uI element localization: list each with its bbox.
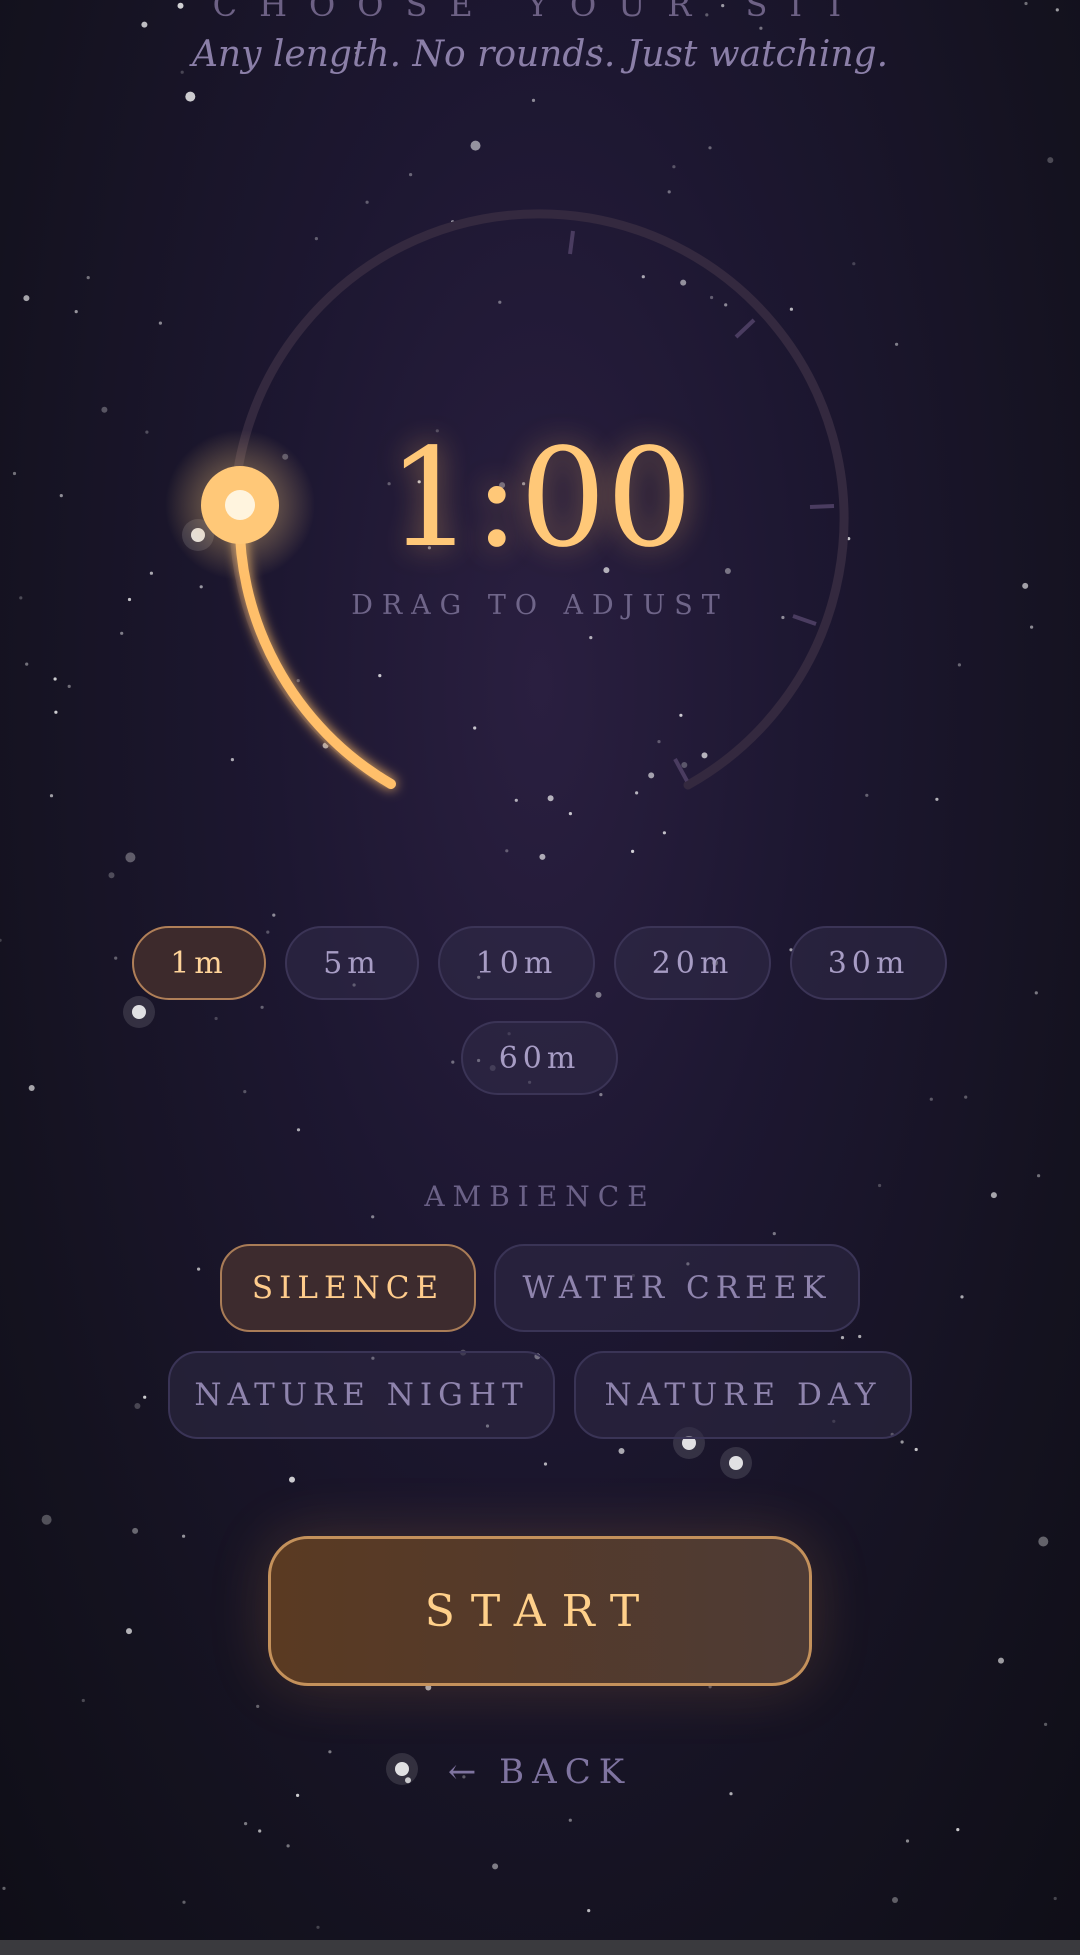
back-arrow-icon: ← — [447, 1752, 481, 1792]
star — [2, 1886, 6, 1890]
system-bottom-bar — [0, 1940, 1080, 1955]
back-label: BACK — [499, 1752, 633, 1792]
star — [543, 1462, 548, 1466]
star — [296, 1128, 301, 1132]
star — [296, 1793, 300, 1797]
star — [587, 1909, 591, 1913]
star — [905, 1839, 910, 1843]
dial-tick — [673, 758, 689, 782]
star — [266, 930, 270, 934]
star — [258, 1829, 262, 1833]
star — [1053, 1896, 1057, 1901]
timer-display: 1:00 — [387, 420, 693, 578]
star — [964, 1095, 968, 1099]
star — [289, 1476, 295, 1483]
star — [260, 1005, 264, 1009]
star — [1044, 1722, 1048, 1726]
start-button[interactable]: START — [268, 1536, 812, 1686]
star — [1038, 1536, 1049, 1547]
star — [214, 1016, 218, 1021]
ambience-water-creek-button[interactable]: WATER CREEK — [494, 1244, 860, 1332]
star — [132, 1005, 146, 1019]
star — [244, 1822, 248, 1826]
star — [256, 1704, 260, 1708]
star — [840, 1336, 845, 1340]
star — [595, 991, 602, 998]
star — [568, 1818, 572, 1822]
star — [914, 1447, 918, 1452]
star — [729, 1792, 733, 1796]
ambience-label: AMBIENCE — [424, 1180, 656, 1213]
star — [772, 1232, 776, 1236]
dial-tick — [734, 318, 756, 339]
star — [132, 1527, 139, 1534]
star — [182, 1900, 186, 1904]
star — [1034, 991, 1038, 995]
star — [900, 1440, 904, 1444]
star — [929, 1097, 933, 1101]
star — [81, 1698, 85, 1703]
star — [28, 1085, 35, 1091]
star — [892, 1897, 898, 1903]
star — [243, 1090, 247, 1094]
star — [272, 913, 276, 917]
star — [451, 1060, 455, 1064]
star — [729, 1456, 743, 1470]
star — [134, 1403, 141, 1409]
duration-chip-1m[interactable]: 1m — [132, 926, 266, 1000]
star — [126, 1628, 132, 1635]
star — [371, 1215, 375, 1219]
star — [599, 1093, 603, 1097]
star — [143, 1395, 147, 1399]
dial-tick — [568, 230, 575, 255]
drag-hint: DRAG TO ADJUST — [351, 590, 729, 621]
star — [182, 1534, 186, 1538]
ambience-nature-day-button[interactable]: NATURE DAY — [574, 1351, 912, 1439]
star — [286, 1844, 290, 1848]
duration-chip-20m[interactable]: 20m — [614, 926, 771, 1000]
star — [197, 1267, 201, 1271]
ambience-silence-button[interactable]: SILENCE — [220, 1244, 476, 1332]
duration-chip-10m[interactable]: 10m — [438, 926, 595, 1000]
star — [492, 1863, 499, 1870]
star — [956, 1828, 960, 1832]
star — [0, 938, 2, 942]
star — [960, 1295, 964, 1299]
star — [858, 1334, 862, 1339]
star — [618, 1448, 625, 1454]
star — [316, 1925, 320, 1929]
star — [1037, 1174, 1041, 1178]
duration-chip-60m[interactable]: 60m — [461, 1021, 618, 1095]
star — [41, 1514, 52, 1525]
duration-chip-30m[interactable]: 30m — [790, 926, 947, 1000]
ambience-nature-night-button[interactable]: NATURE NIGHT — [168, 1351, 555, 1439]
duration-chip-5m[interactable]: 5m — [285, 926, 419, 1000]
back-button[interactable]: ← BACK — [0, 1752, 1080, 1792]
star — [114, 956, 118, 960]
star — [998, 1657, 1004, 1664]
